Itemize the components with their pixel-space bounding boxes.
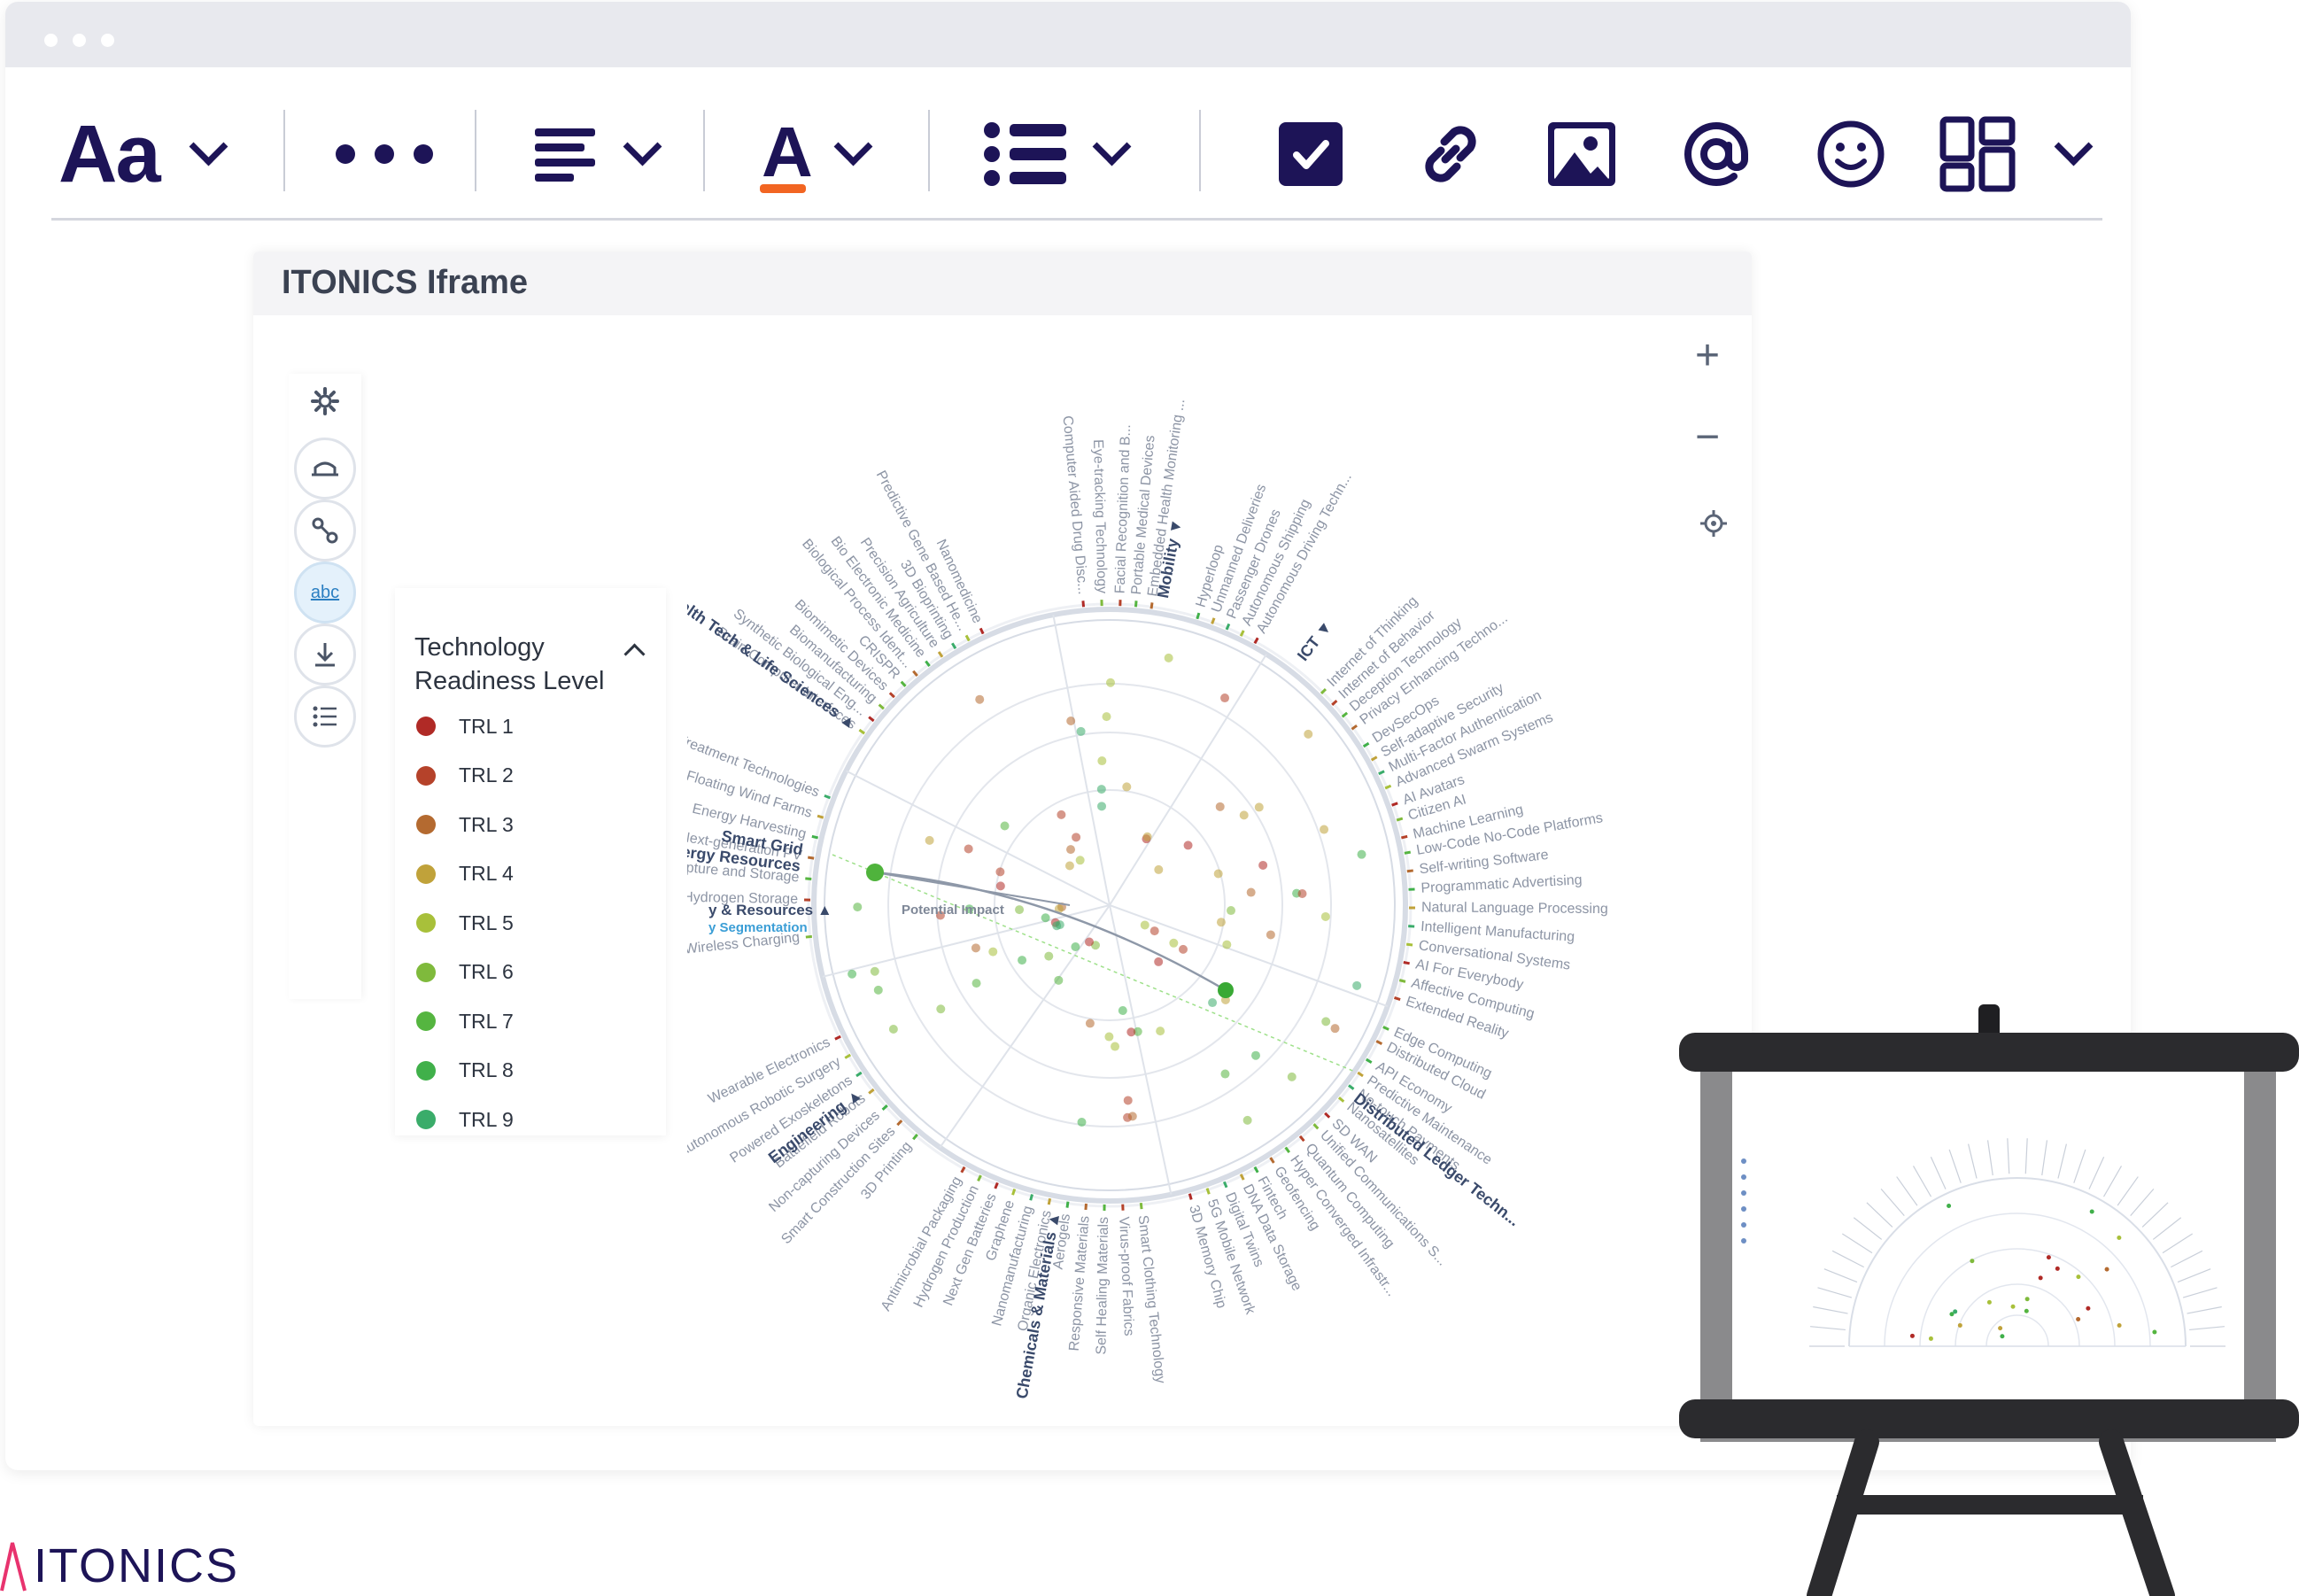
legend-color-dot <box>416 1110 436 1129</box>
chevron-down-icon <box>833 127 873 166</box>
list-icon <box>313 706 337 727</box>
emoji-button[interactable] <box>1815 101 1886 207</box>
font-menu-button[interactable]: Aa <box>58 101 253 207</box>
font-aa-label: Aa <box>58 108 161 199</box>
link-button[interactable] <box>1415 101 1486 207</box>
trl-legend: Technology Readiness Level TRL 1 TRL 2 TRL… <box>395 588 666 1135</box>
legend-item[interactable]: TRL 2 <box>416 758 514 794</box>
layout-menu-button[interactable] <box>1939 101 2117 207</box>
toolbar-divider <box>928 110 930 191</box>
legend-color-dot <box>416 815 436 834</box>
legend-item[interactable]: TRL 9 <box>416 1102 514 1137</box>
legend-label: TRL 5 <box>459 910 514 934</box>
legend-item[interactable]: TRL 8 <box>416 1053 514 1089</box>
align-menu-button[interactable] <box>535 101 677 207</box>
toolbar-divider <box>283 110 285 191</box>
legend-item[interactable]: TRL 4 <box>416 856 514 892</box>
legend-item[interactable]: TRL 3 <box>416 807 514 842</box>
recenter-button[interactable] <box>1700 510 1727 541</box>
legend-label: TRL 2 <box>459 763 514 786</box>
image-button[interactable] <box>1548 101 1615 207</box>
legend-color-dot <box>416 765 436 786</box>
more-dots-icon <box>336 144 433 164</box>
legend-label: TRL 3 <box>459 812 514 836</box>
window-dot <box>73 34 86 47</box>
legend-label: TRL 7 <box>459 1009 514 1033</box>
legend-color-dot <box>416 962 436 982</box>
legend-label: TRL 9 <box>459 1107 514 1131</box>
legend-label: TRL 8 <box>459 1058 514 1081</box>
connect-tool-button[interactable] <box>294 500 356 562</box>
chevron-down-icon <box>623 127 662 166</box>
window-dot <box>44 34 58 47</box>
label-toggle-button[interactable]: abc <box>294 562 356 624</box>
chevron-down-icon <box>2054 127 2094 166</box>
text-color-icon: A <box>760 112 813 197</box>
legend-item[interactable]: TRL 6 <box>416 955 514 990</box>
iframe-panel-header: ITONICS Iframe <box>253 252 1752 315</box>
bullet-list-icon <box>984 122 1066 186</box>
legend-color-dot <box>416 1011 436 1031</box>
legend-color-dot <box>416 1060 436 1081</box>
legend-label: TRL 6 <box>459 960 514 983</box>
emoji-icon <box>1817 120 1885 188</box>
itonics-logo-mark-icon <box>0 1542 27 1592</box>
align-left-icon <box>535 128 595 182</box>
layout-grid-icon <box>1939 116 2016 192</box>
chevron-down-icon <box>189 127 228 166</box>
download-icon <box>315 643 335 667</box>
editor-toolbar: Aa A <box>51 101 2102 221</box>
more-button[interactable] <box>333 101 439 207</box>
chevron-down-icon <box>1092 127 1132 166</box>
checkbox-button[interactable] <box>1279 101 1343 207</box>
checkbox-icon <box>1279 122 1343 186</box>
window-dot <box>101 34 114 47</box>
list-menu-button[interactable] <box>983 101 1142 207</box>
text-color-button[interactable]: A <box>760 101 910 207</box>
legend-item[interactable]: TRL 7 <box>416 1003 514 1039</box>
connect-icon <box>312 517 338 544</box>
legend-color-dot <box>416 913 436 933</box>
chevron-up-icon[interactable] <box>623 643 646 665</box>
legend-color-dot <box>416 717 436 736</box>
zoom-in-button[interactable]: + <box>1695 331 1720 380</box>
legend-item[interactable]: TRL 5 <box>416 905 514 941</box>
text-color-letter: A <box>762 112 813 191</box>
at-mention-icon <box>1684 122 1748 186</box>
zoom-out-button[interactable]: − <box>1695 413 1720 461</box>
gear-icon[interactable] <box>310 386 340 416</box>
radar-tool-sidebar: abc <box>289 374 361 999</box>
image-icon <box>1548 122 1615 186</box>
shape-icon <box>312 461 338 476</box>
legend-item[interactable]: TRL 1 <box>416 709 514 744</box>
legend-title: Technology Readiness Level <box>414 633 605 695</box>
label-toggle-text: abc <box>310 582 340 602</box>
iframe-panel: ITONICS Iframe abc Technology Readiness … <box>253 252 1752 1426</box>
shape-tool-button[interactable] <box>294 438 356 500</box>
toolbar-divider <box>1199 110 1201 191</box>
list-view-button[interactable] <box>294 686 356 748</box>
toolbar-divider <box>475 110 476 191</box>
itonics-logo-wordmark: ITONICS <box>34 1539 240 1592</box>
mention-button[interactable] <box>1681 101 1752 207</box>
window-titlebar <box>5 2 2131 67</box>
projector-screen-illustration <box>1679 1004 2299 1596</box>
link-icon <box>1425 126 1476 182</box>
legend-color-dot <box>416 864 436 884</box>
crosshair-icon <box>1700 510 1727 537</box>
toolbar-divider <box>703 110 705 191</box>
legend-label: TRL 1 <box>459 714 514 738</box>
panel-title: ITONICS Iframe <box>282 264 529 301</box>
legend-label: TRL 4 <box>459 862 514 885</box>
download-button[interactable] <box>294 624 356 686</box>
itonics-logo: ITONICS <box>0 1536 239 1596</box>
